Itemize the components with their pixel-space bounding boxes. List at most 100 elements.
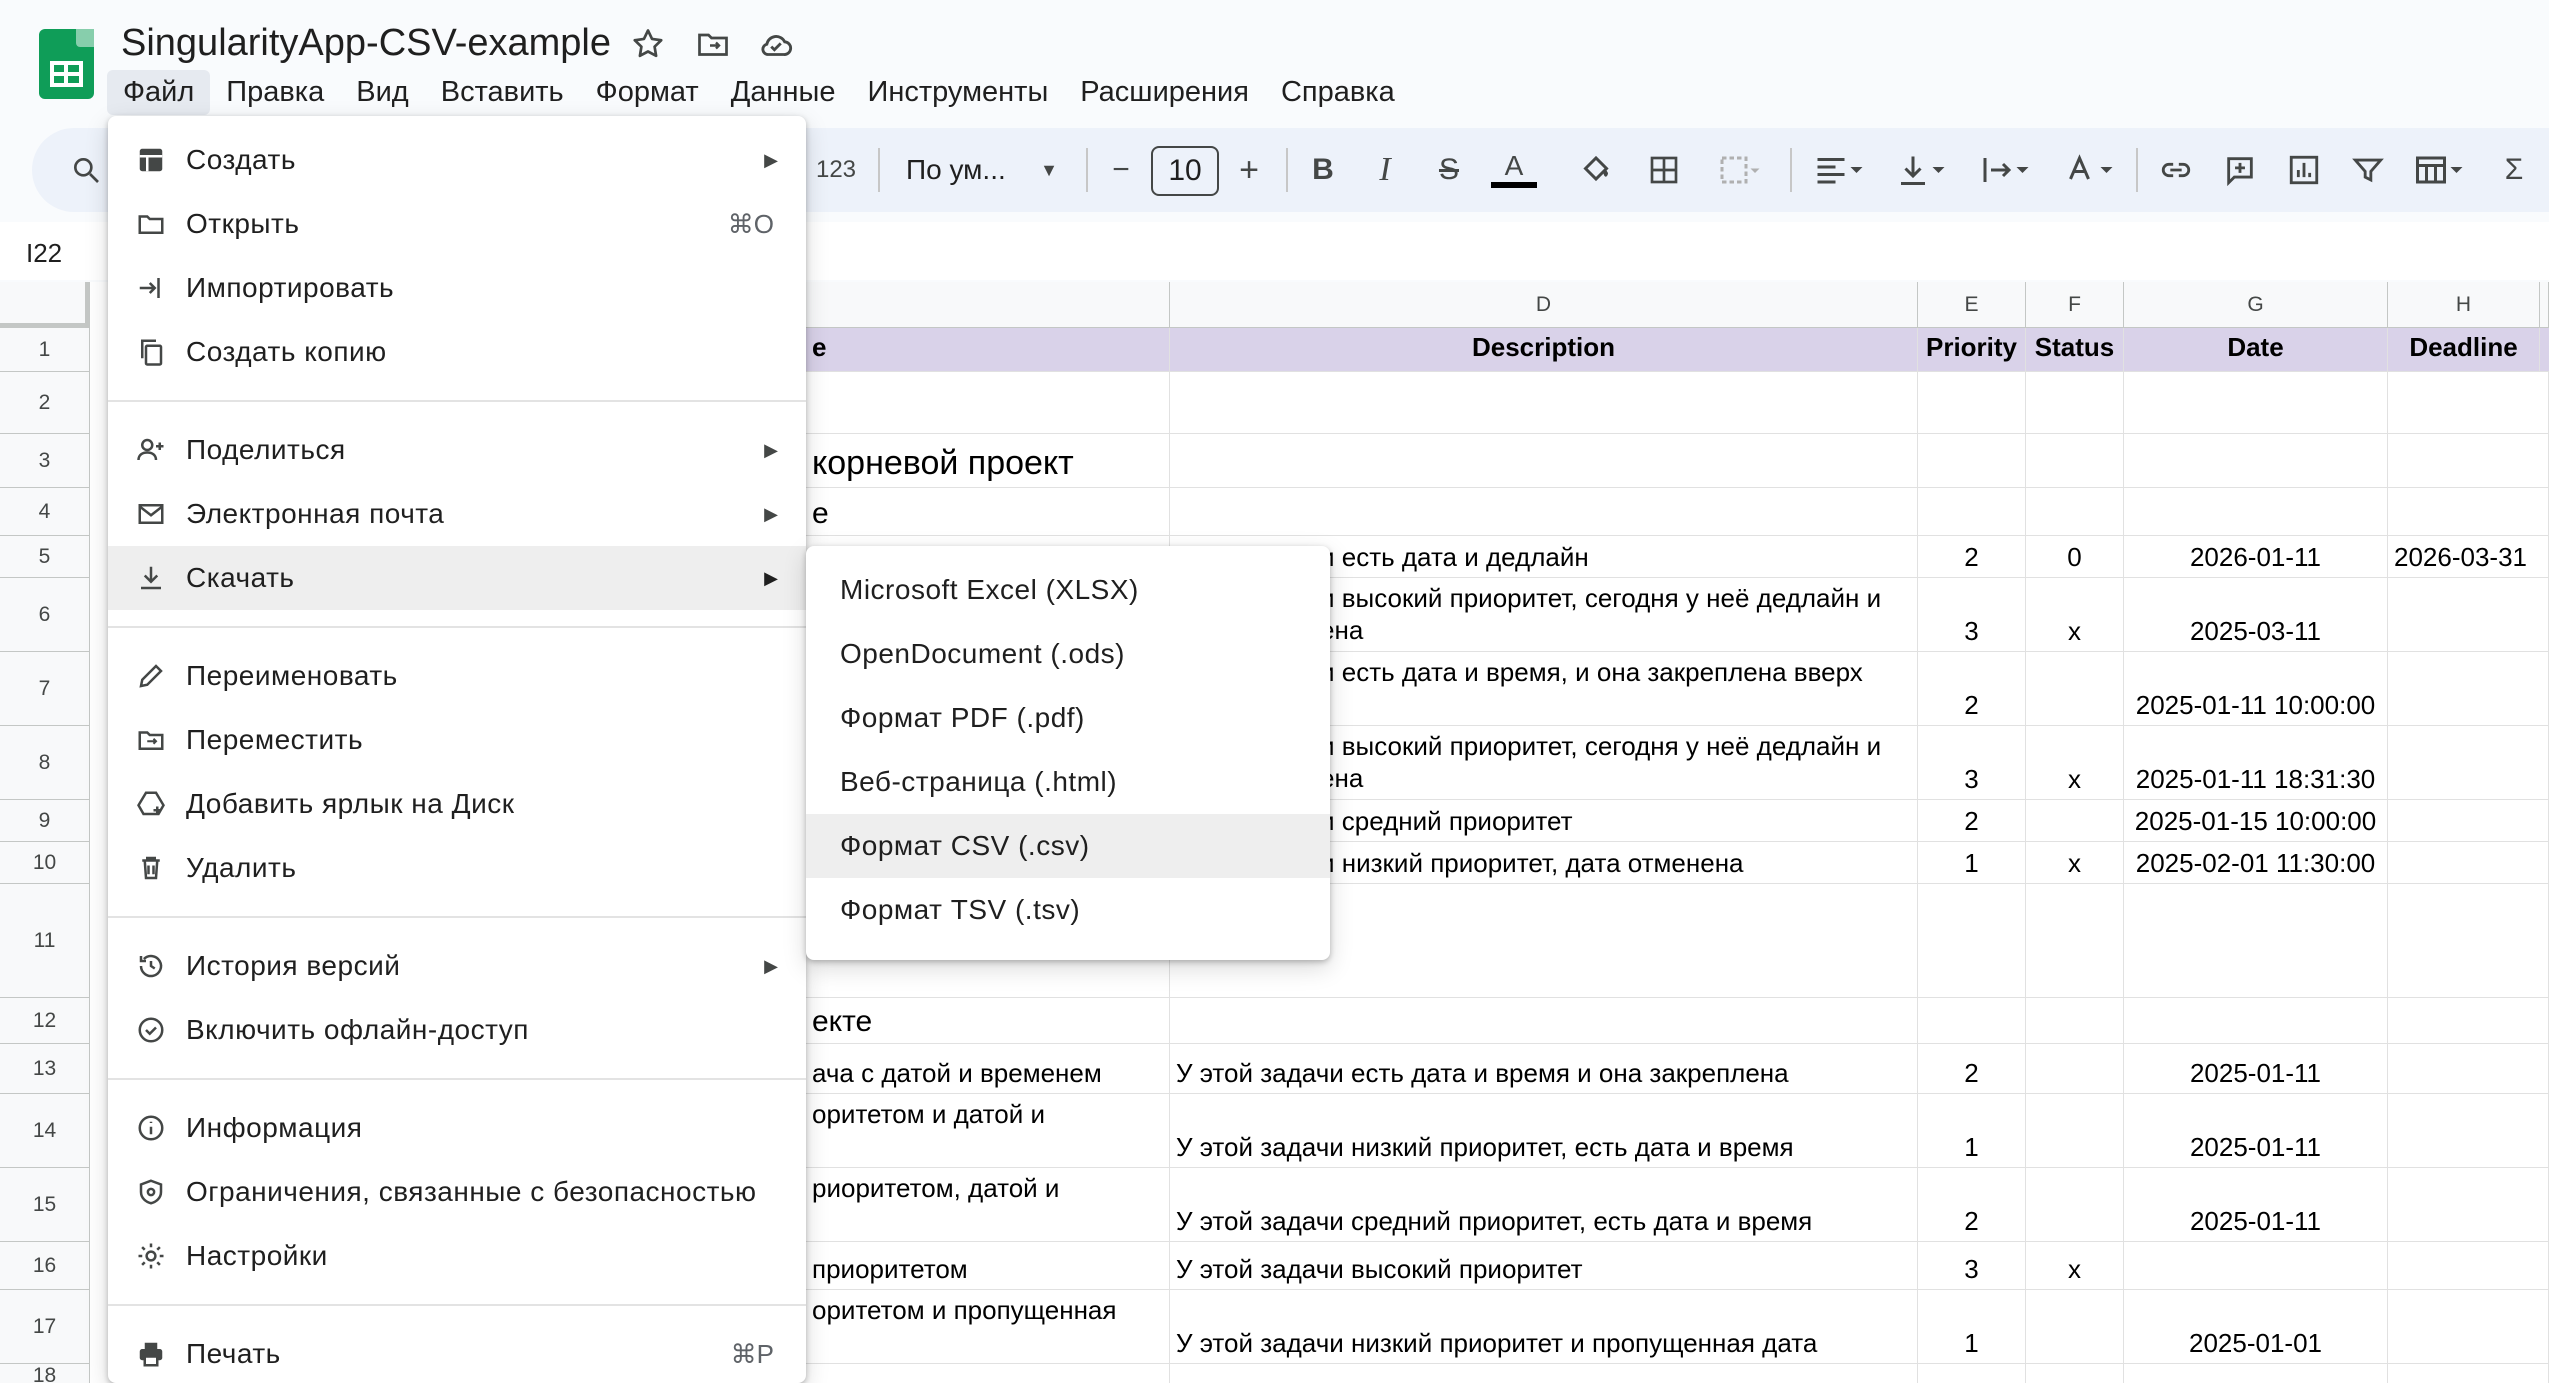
deadline-cell[interactable] [2388,1044,2549,1094]
cell[interactable] [2388,1364,2549,1383]
priority-cell[interactable]: 2 [1918,1168,2026,1242]
deadline-cell[interactable] [2388,652,2549,726]
row-header[interactable]: 3 [0,434,90,488]
menu-item-download[interactable]: Скачать ▶ [108,546,806,610]
text-rotation-icon[interactable] [2058,150,2122,190]
priority-cell[interactable]: 2 [1918,1044,2026,1094]
cell[interactable] [1918,884,2026,998]
menu-view[interactable]: Вид [340,70,424,115]
cell[interactable] [1170,434,1918,488]
menu-item-details[interactable]: Информация [108,1096,806,1160]
cell[interactable] [2124,884,2388,998]
description-cell[interactable]: У этой задачи низкий приоритет, есть дат… [1170,1094,1918,1168]
header-cell-status[interactable]: Status [2026,328,2124,372]
row-header[interactable]: 12 [0,998,90,1044]
priority-cell[interactable]: 1 [1918,1290,2026,1364]
deadline-cell[interactable]: 2026-03-31 [2388,536,2549,578]
cell[interactable] [2124,998,2388,1044]
task-name-cell[interactable]: оритетом и пропущенная [806,1290,1170,1364]
date-cell[interactable]: 2025-01-11 18:31:30 [2124,726,2388,800]
cell[interactable] [2388,488,2549,536]
insert-comment-icon[interactable] [2220,150,2260,190]
row-header[interactable]: 4 [0,488,90,536]
font-size-input[interactable]: 10 [1151,146,1219,196]
number-format-button[interactable]: 123 [814,150,858,190]
column-header-I[interactable] [2540,282,2549,328]
column-header-H[interactable]: H [2388,282,2540,328]
row-header[interactable]: 10 [0,842,90,884]
status-cell[interactable]: x [2026,578,2124,652]
cell[interactable] [1170,372,1918,434]
cell[interactable]: е [806,488,1170,536]
menu-tools[interactable]: Инструменты [851,70,1064,115]
menu-item-create[interactable]: Создать ▶ [108,128,806,192]
cloud-saved-icon[interactable] [757,26,797,66]
deadline-cell[interactable] [2388,800,2549,842]
borders-icon[interactable] [1646,150,1682,190]
priority-cell[interactable]: 2 [1918,536,2026,578]
text-wrapping-icon[interactable] [1974,150,2038,190]
row-header[interactable]: 16 [0,1242,90,1290]
deadline-cell[interactable] [2388,1242,2549,1290]
fill-color-icon[interactable] [1572,150,1620,190]
status-cell[interactable] [2026,1044,2124,1094]
font-dropdown-arrow-icon[interactable]: ▼ [1036,150,1062,190]
header-cell-deadline[interactable]: Deadline [2388,328,2540,372]
status-cell[interactable] [2026,652,2124,726]
header-cell-C[interactable]: e [806,328,1170,372]
cell[interactable] [2388,998,2549,1044]
menu-item-delete[interactable]: Удалить [108,836,806,900]
menu-item-rename[interactable]: Переименовать [108,644,806,708]
date-cell[interactable]: 2026-01-11 [2124,536,2388,578]
column-header-F[interactable]: F [2026,282,2124,328]
download-ods-item[interactable]: OpenDocument (.ods) [806,622,1330,686]
select-all-corner[interactable] [0,282,90,328]
cell[interactable] [2124,488,2388,536]
menu-insert[interactable]: Вставить [425,70,580,115]
download-xlsx-item[interactable]: Microsoft Excel (XLSX) [806,558,1330,622]
name-box[interactable]: I22 [26,238,62,269]
row-header[interactable]: 5 [0,536,90,578]
menu-item-copy[interactable]: Создать копию [108,320,806,384]
vertical-align-icon[interactable] [1890,150,1954,190]
insert-link-icon[interactable] [2156,150,2196,190]
row-header[interactable]: 2 [0,372,90,434]
date-cell[interactable]: 2025-01-01 [2124,1290,2388,1364]
cell[interactable] [2026,372,2124,434]
date-cell[interactable]: 2025-01-11 10:00:00 [2124,652,2388,726]
menu-item-print[interactable]: Печать ⌘P [108,1322,806,1383]
search-menus-icon[interactable] [66,150,106,190]
status-cell[interactable] [2026,800,2124,842]
status-cell[interactable]: x [2026,1242,2124,1290]
deadline-cell[interactable] [2388,1094,2549,1168]
priority-cell[interactable]: 3 [1918,1242,2026,1290]
date-cell[interactable]: 2025-01-11 [2124,1094,2388,1168]
deadline-cell[interactable] [2388,1168,2549,1242]
priority-cell[interactable]: 1 [1918,842,2026,884]
cell[interactable] [1170,1364,1918,1383]
sheets-logo-icon[interactable] [39,29,94,99]
menu-item-offline[interactable]: Включить офлайн-доступ [108,998,806,1062]
text-color-icon[interactable]: A [1490,150,1538,190]
task-name-cell[interactable]: оритетом и датой и [806,1094,1170,1168]
date-cell[interactable]: 2025-03-11 [2124,578,2388,652]
priority-cell[interactable]: 3 [1918,578,2026,652]
cell[interactable] [806,1364,1170,1383]
menu-format[interactable]: Формат [580,70,715,115]
menu-help[interactable]: Справка [1265,70,1411,115]
download-html-item[interactable]: Веб-страница (.html) [806,750,1330,814]
project-title-cell[interactable]: корневой проект [806,434,1170,488]
row-header[interactable]: 13 [0,1044,90,1094]
row-header[interactable]: 8 [0,726,90,800]
date-cell[interactable]: 2025-01-11 [2124,1044,2388,1094]
status-cell[interactable]: x [2026,726,2124,800]
column-header-E[interactable]: E [1918,282,2026,328]
menu-item-import[interactable]: Импортировать [108,256,806,320]
cell[interactable] [2026,884,2124,998]
description-cell[interactable]: У этой задачи есть дата и время и она за… [1170,1044,1918,1094]
menu-item-settings[interactable]: Настройки [108,1224,806,1288]
cell[interactable] [1918,998,2026,1044]
cell[interactable] [2388,372,2549,434]
priority-cell[interactable]: 1 [1918,1094,2026,1168]
priority-cell[interactable]: 3 [1918,726,2026,800]
